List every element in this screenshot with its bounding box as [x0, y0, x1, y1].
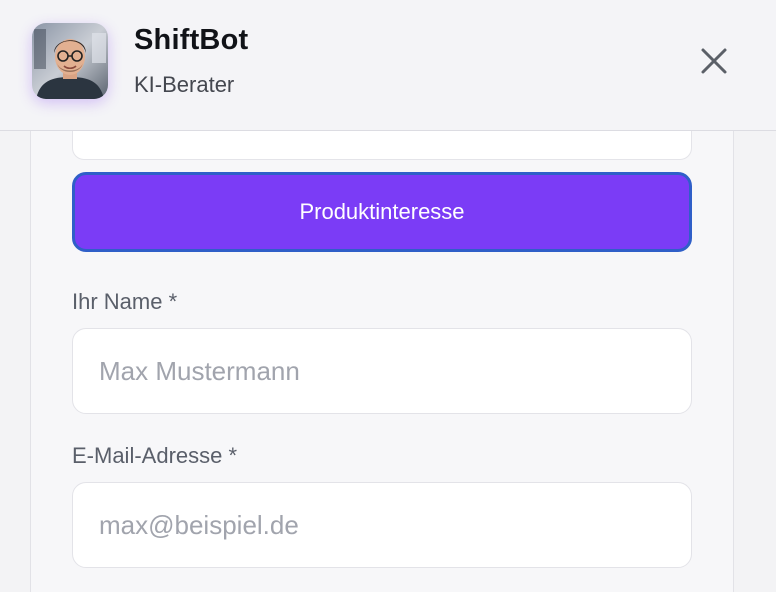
bot-role: KI-Berater — [134, 72, 235, 97]
name-label: Ihr Name * — [72, 289, 178, 314]
chat-header: ShiftBot KI-Berater — [0, 0, 776, 131]
person-avatar-icon — [32, 23, 108, 99]
email-input[interactable] — [72, 482, 692, 568]
close-button[interactable] — [694, 41, 734, 81]
name-input[interactable] — [72, 328, 692, 414]
product-interest-label: Produktinteresse — [299, 199, 465, 224]
chat-widget: Produktinteresse Ihr Name * E-Mail-Adres… — [0, 0, 776, 592]
product-interest-button[interactable]: Produktinteresse — [72, 172, 692, 252]
email-label: E-Mail-Adresse * — [72, 443, 238, 468]
close-icon — [701, 48, 727, 74]
bot-name: ShiftBot — [134, 24, 249, 56]
